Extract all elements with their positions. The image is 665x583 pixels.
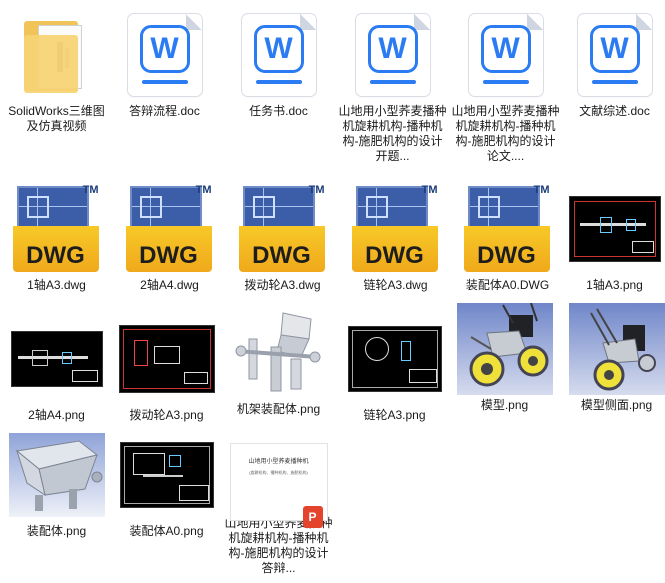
file-item[interactable]: W 山地用小型荞麦播种机旋耕机构-播种机构-施肥机构的设计开题... (336, 8, 449, 164)
file-label: 2轴A4.dwg (140, 278, 199, 292)
file-item[interactable]: TM DWG 装配体A0.DWG (451, 182, 564, 293)
file-label: 1轴A3.png (586, 278, 643, 292)
dwg-file-icon: TM DWG (125, 182, 214, 276)
file-item[interactable]: 山地用小型荞麦播种机 (旋耕机构、播种机构、施肥机构) P 山地用小型荞麦播种机… (222, 443, 335, 576)
file-label: 山地用小型荞麦播种机旋耕机构-播种机构-施肥机构的设计论文.... (451, 104, 560, 163)
file-item[interactable]: SolidWorks三维图及仿真视频 (0, 8, 113, 134)
word-document-icon: W (468, 14, 543, 96)
file-item[interactable]: 链轮A3.png (338, 312, 451, 423)
hopper-render-thumbnail (8, 433, 105, 517)
word-document-icon: W (577, 14, 652, 96)
file-item[interactable]: 机架装配体.png (222, 306, 335, 417)
file-item[interactable]: W 文献综述.doc (558, 8, 665, 119)
file-item[interactable]: 装配体A0.png (110, 428, 223, 539)
file-label: 链轮A3.png (363, 408, 426, 422)
file-item[interactable]: 1轴A3.png (558, 182, 665, 293)
file-label: 2轴A4.png (28, 408, 85, 422)
file-item[interactable]: W 山地用小型荞麦播种机旋耕机构-播种机构-施肥机构的设计论文.... (449, 8, 562, 164)
dwg-file-icon: TM DWG (463, 182, 552, 276)
word-document-icon: W (355, 14, 430, 96)
model-side-render-thumbnail (568, 303, 665, 395)
dwg-file-icon: TM DWG (12, 182, 101, 276)
dwg-file-icon: TM DWG (238, 182, 327, 276)
cad-drawing-thumbnail (118, 325, 215, 393)
cad-drawing-thumbnail (568, 196, 661, 262)
file-label: 装配体.png (26, 524, 87, 538)
file-item[interactable]: TM DWG 拨动轮A3.dwg (226, 182, 339, 293)
file-item[interactable]: 拨动轮A3.png (110, 312, 223, 423)
word-document-icon: W (127, 14, 202, 96)
file-label: 任务书.doc (249, 104, 308, 118)
file-label: 模型侧面.png (580, 398, 653, 412)
file-item[interactable]: TM DWG 2轴A4.dwg (113, 182, 226, 293)
file-item[interactable]: 装配体.png (0, 428, 113, 539)
dwg-file-icon: TM DWG (351, 182, 440, 276)
file-item[interactable]: W 答辩流程.doc (108, 8, 221, 119)
cad-drawing-thumbnail (119, 442, 214, 508)
cad-drawing-thumbnail (347, 326, 442, 392)
file-item[interactable]: 模型侧面.png (560, 302, 665, 413)
powerpoint-file-icon: 山地用小型荞麦播种机 (旋耕机构、播种机构、施肥机构) P (229, 443, 328, 528)
file-label: 答辩流程.doc (129, 104, 200, 118)
file-item[interactable]: 模型.png (448, 302, 561, 413)
folder-icon (23, 17, 90, 93)
file-item[interactable]: W 任务书.doc (222, 8, 335, 119)
file-label: 机架装配体.png (236, 402, 321, 416)
file-label: 链轮A3.dwg (363, 278, 428, 292)
file-label: 山地用小型荞麦播种机旋耕机构-播种机构-施肥机构的设计开题... (338, 104, 447, 163)
file-label: 装配体A0.png (129, 524, 204, 538)
file-item[interactable]: TM DWG 1轴A3.dwg (0, 182, 113, 293)
file-label: 模型.png (480, 398, 529, 412)
file-item[interactable]: 2轴A4.png (0, 312, 113, 423)
file-item[interactable]: TM DWG 链轮A3.dwg (339, 182, 452, 293)
file-label: 拨动轮A3.png (129, 408, 204, 422)
file-label: 1轴A3.dwg (27, 278, 86, 292)
file-label: 装配体A0.DWG (465, 278, 550, 292)
file-label: SolidWorks三维图及仿真视频 (8, 104, 105, 133)
model-render-thumbnail (456, 303, 553, 395)
frame-render-thumbnail (230, 309, 327, 397)
word-document-icon: W (241, 14, 316, 96)
file-label: 文献综述.doc (579, 104, 650, 118)
file-label: 拨动轮A3.dwg (244, 278, 321, 292)
cad-drawing-thumbnail (10, 331, 103, 387)
